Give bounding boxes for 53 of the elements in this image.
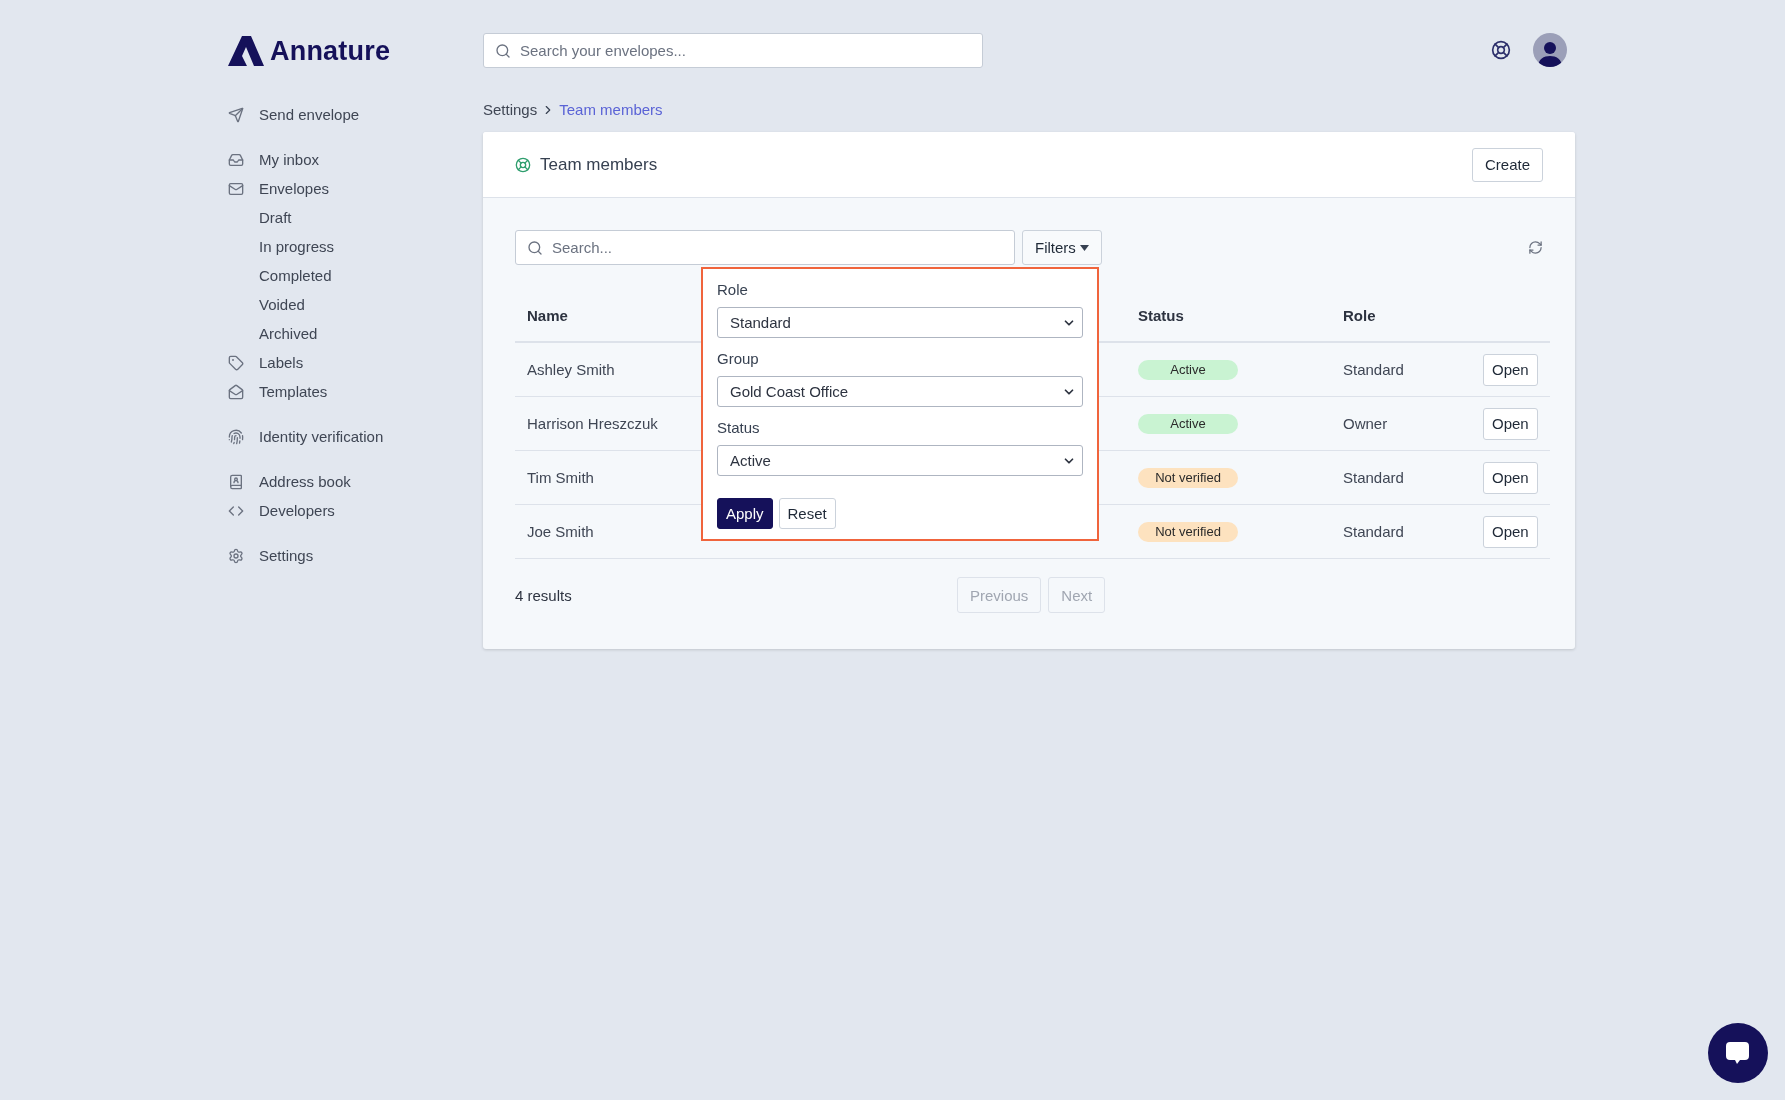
column-header: Role <box>1331 289 1471 343</box>
open-button[interactable]: Open <box>1483 515 1538 548</box>
reset-button[interactable]: Reset <box>778 498 836 529</box>
sidebar-item[interactable]: Envelopes <box>228 174 483 203</box>
sidebar-item[interactable]: Developers <box>228 496 483 525</box>
field-label: Status <box>717 419 761 436</box>
select-field[interactable]: Standard <box>717 307 1083 338</box>
search-field[interactable]: Search your envelopes... <box>483 32 983 68</box>
chat-button[interactable] <box>1708 1023 1768 1083</box>
table-cell: Standard <box>1331 505 1471 559</box>
sidebar-item[interactable]: Address book <box>228 467 483 496</box>
card-title: Team members <box>540 154 658 175</box>
select-field[interactable]: Gold Coast Office <box>717 376 1083 407</box>
column-header: Status <box>1126 289 1331 343</box>
search-field[interactable]: Search... <box>515 230 1015 265</box>
sidebar-item[interactable]: My inbox <box>228 145 483 174</box>
search-icon <box>495 42 511 59</box>
sidebar-item[interactable]: Settings <box>228 541 483 570</box>
sidebar-subitem[interactable]: Completed <box>228 261 483 290</box>
sidebar-subitem[interactable]: Archived <box>228 319 483 348</box>
sidebar-subitem[interactable]: Draft <box>228 203 483 232</box>
lifebuoy-icon <box>515 156 531 173</box>
field-label: Group <box>717 350 760 367</box>
create-button[interactable]: Create <box>1471 147 1543 182</box>
lifebuoy-icon[interactable] <box>1491 40 1511 60</box>
select-field[interactable]: Active <box>717 445 1083 476</box>
search-icon <box>527 240 543 256</box>
breadcrumb-link[interactable]: Settings <box>483 101 538 118</box>
filters-button[interactable]: Filters <box>1022 230 1102 265</box>
sidebar-item[interactable]: Labels <box>228 348 483 377</box>
status-badge: Active <box>1138 413 1238 434</box>
sidebar-item[interactable]: Identity verification <box>228 422 483 451</box>
results-count: 4 results <box>515 586 573 604</box>
table-cell: Owner <box>1331 397 1471 451</box>
brand-name: Annature <box>270 35 391 67</box>
status-badge: Not verified <box>1138 467 1238 488</box>
sidebar-subitem[interactable]: Voided <box>228 290 483 319</box>
caret-icon <box>1079 244 1089 251</box>
sidebar-item[interactable]: Send envelope <box>228 100 483 129</box>
open-button[interactable]: Open <box>1483 461 1538 494</box>
table-cell: Standard <box>1331 343 1471 397</box>
logo-icon <box>228 36 264 66</box>
table-cell: Standard <box>1331 451 1471 505</box>
breadcrumb-link[interactable]: Team members <box>559 101 663 118</box>
sidebar-subitem[interactable]: In progress <box>228 232 483 261</box>
open-button[interactable]: Open <box>1483 407 1538 440</box>
status-badge: Not verified <box>1138 521 1238 542</box>
open-button[interactable]: Open <box>1483 353 1538 386</box>
avatar[interactable] <box>1533 33 1567 67</box>
sidebar-item[interactable]: Templates <box>228 377 483 406</box>
status-badge: Active <box>1138 359 1238 380</box>
refresh-icon[interactable] <box>1528 240 1543 255</box>
apply-button[interactable]: Apply <box>717 498 773 529</box>
